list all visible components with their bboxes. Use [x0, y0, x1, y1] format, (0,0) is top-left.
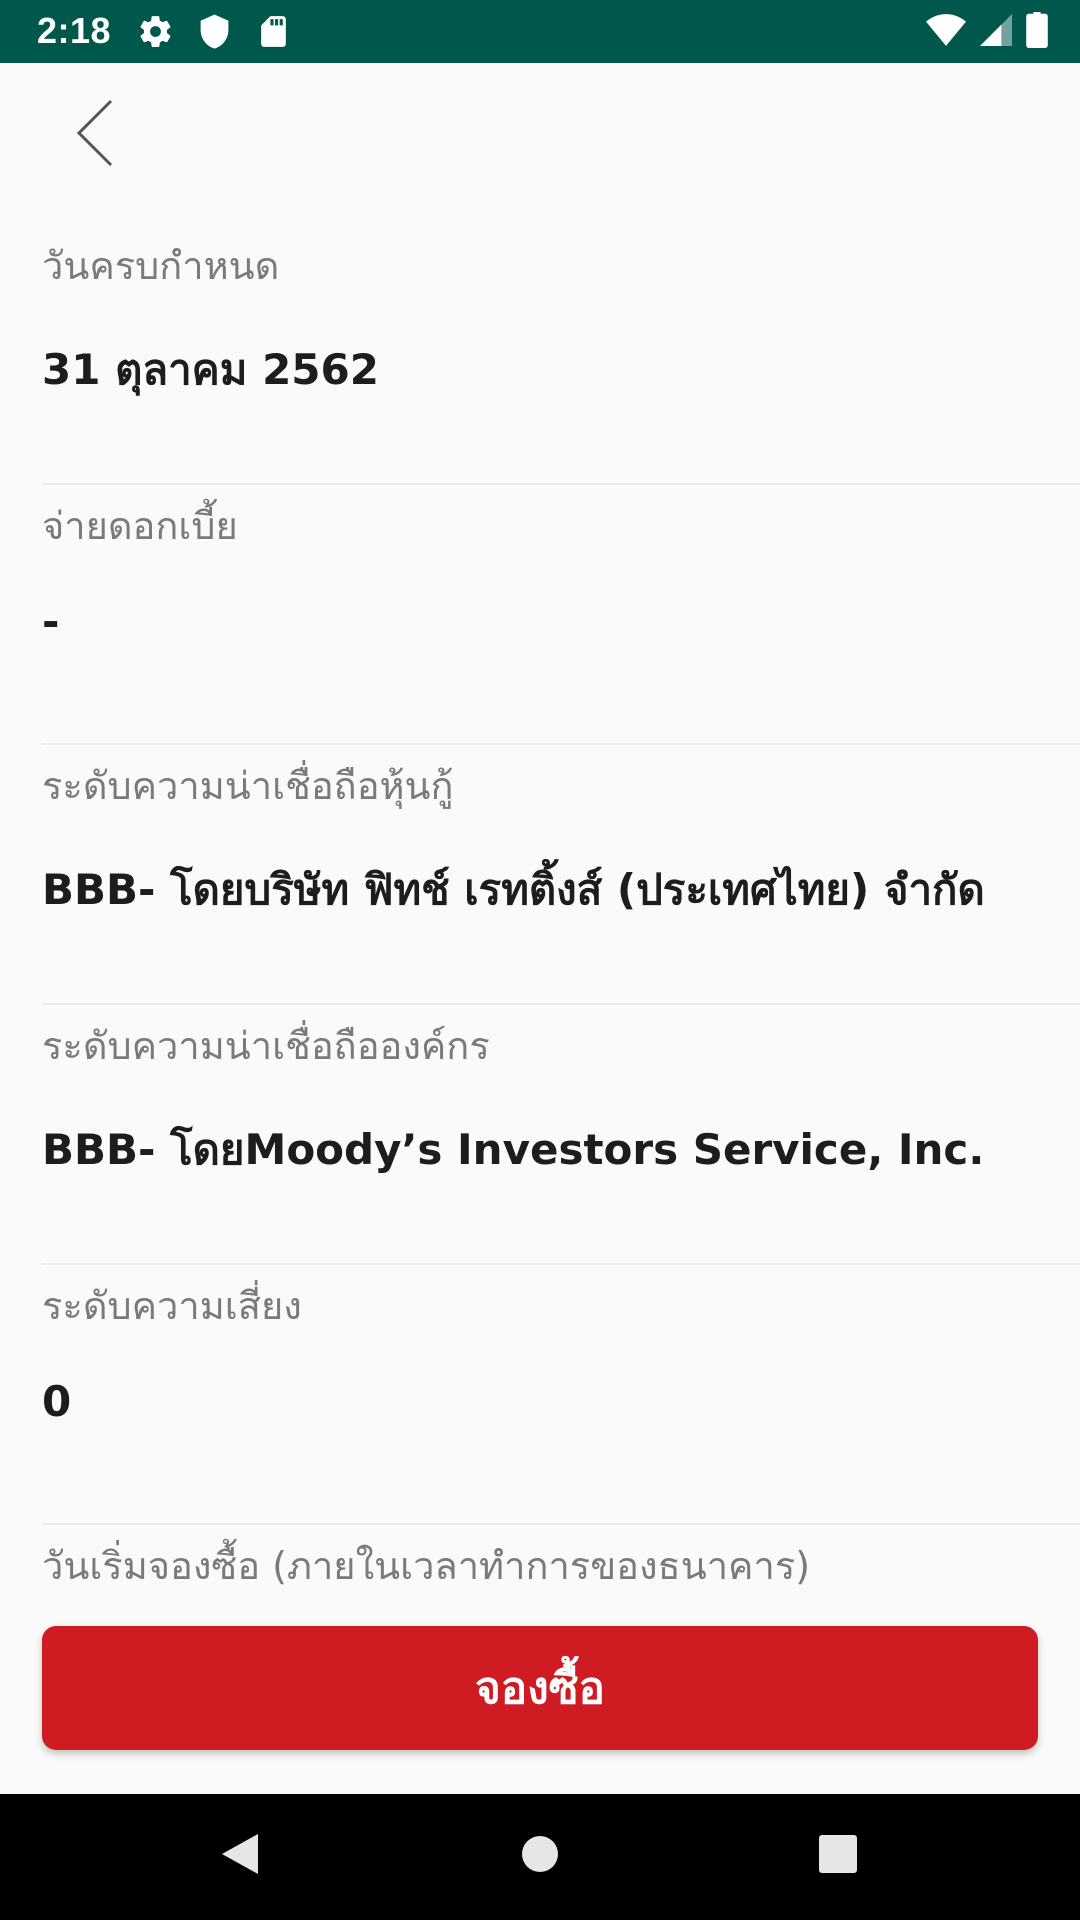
field-value: 31 ตุลาคม 2562: [42, 345, 379, 394]
field-risk-level: ระดับความเสี่ยง 0: [42, 1265, 1080, 1525]
detail-list: วันครบกำหนด 31 ตุลาคม 2562 จ่ายดอกเบี้ย …: [0, 225, 1080, 1625]
gear-icon: [137, 13, 174, 50]
status-time: 2:18: [37, 10, 112, 51]
nav-back-button[interactable]: [210, 1826, 270, 1886]
field-value: 0: [42, 1377, 72, 1426]
field-bond-credit-rating: ระดับความน่าเชื่อถือหุ้นกู้ BBB- โดยบริษ…: [42, 745, 1080, 1005]
subscribe-button-label: จองซื้อ: [475, 1663, 605, 1714]
shield-icon: [196, 13, 233, 50]
field-label: ระดับความน่าเชื่อถือหุ้นกู้: [42, 764, 454, 808]
nav-recents-icon: [818, 1834, 858, 1878]
nav-home-button[interactable]: [510, 1826, 570, 1886]
chevron-left-icon: [73, 97, 117, 173]
battery-icon: [1026, 12, 1048, 52]
sd-card-icon: [255, 13, 292, 50]
status-bar: 2:18: [0, 0, 1080, 63]
signal-icon: [980, 14, 1012, 50]
status-icons-right: [926, 12, 1048, 52]
field-label: จ่ายดอกเบี้ย: [42, 504, 238, 548]
status-icons-left: [137, 13, 292, 50]
field-interest-payment: จ่ายดอกเบี้ย -: [42, 485, 1080, 745]
field-value: BBB- โดยบริษัท ฟิทช์ เรทติ้งส์ (ประเทศไท…: [42, 865, 985, 914]
field-label: ระดับความน่าเชื่อถือองค์กร: [42, 1024, 490, 1068]
nav-home-icon: [521, 1835, 559, 1877]
field-maturity-date: วันครบกำหนด 31 ตุลาคม 2562: [42, 225, 1080, 485]
field-value: -: [42, 597, 60, 646]
field-corporate-credit-rating: ระดับความน่าเชื่อถือองค์กร BBB- โดยMoody…: [42, 1005, 1080, 1265]
field-label: วันเริ่มจองซื้อ (ภายในเวลาทำการของธนาคาร…: [42, 1544, 811, 1588]
back-button[interactable]: [60, 95, 130, 175]
field-label: วันครบกำหนด: [42, 244, 280, 288]
wifi-icon: [926, 14, 966, 50]
navigation-bar: [0, 1794, 1080, 1920]
field-value: BBB- โดยMoody’s Investors Service, Inc.: [42, 1125, 985, 1174]
field-label: ระดับความเสี่ยง: [42, 1284, 302, 1328]
subscribe-button[interactable]: จองซื้อ: [42, 1626, 1038, 1750]
nav-recents-button[interactable]: [808, 1826, 868, 1886]
field-subscription-start: วันเริ่มจองซื้อ (ภายในเวลาทำการของธนาคาร…: [42, 1525, 1080, 1625]
nav-back-icon: [220, 1832, 260, 1880]
